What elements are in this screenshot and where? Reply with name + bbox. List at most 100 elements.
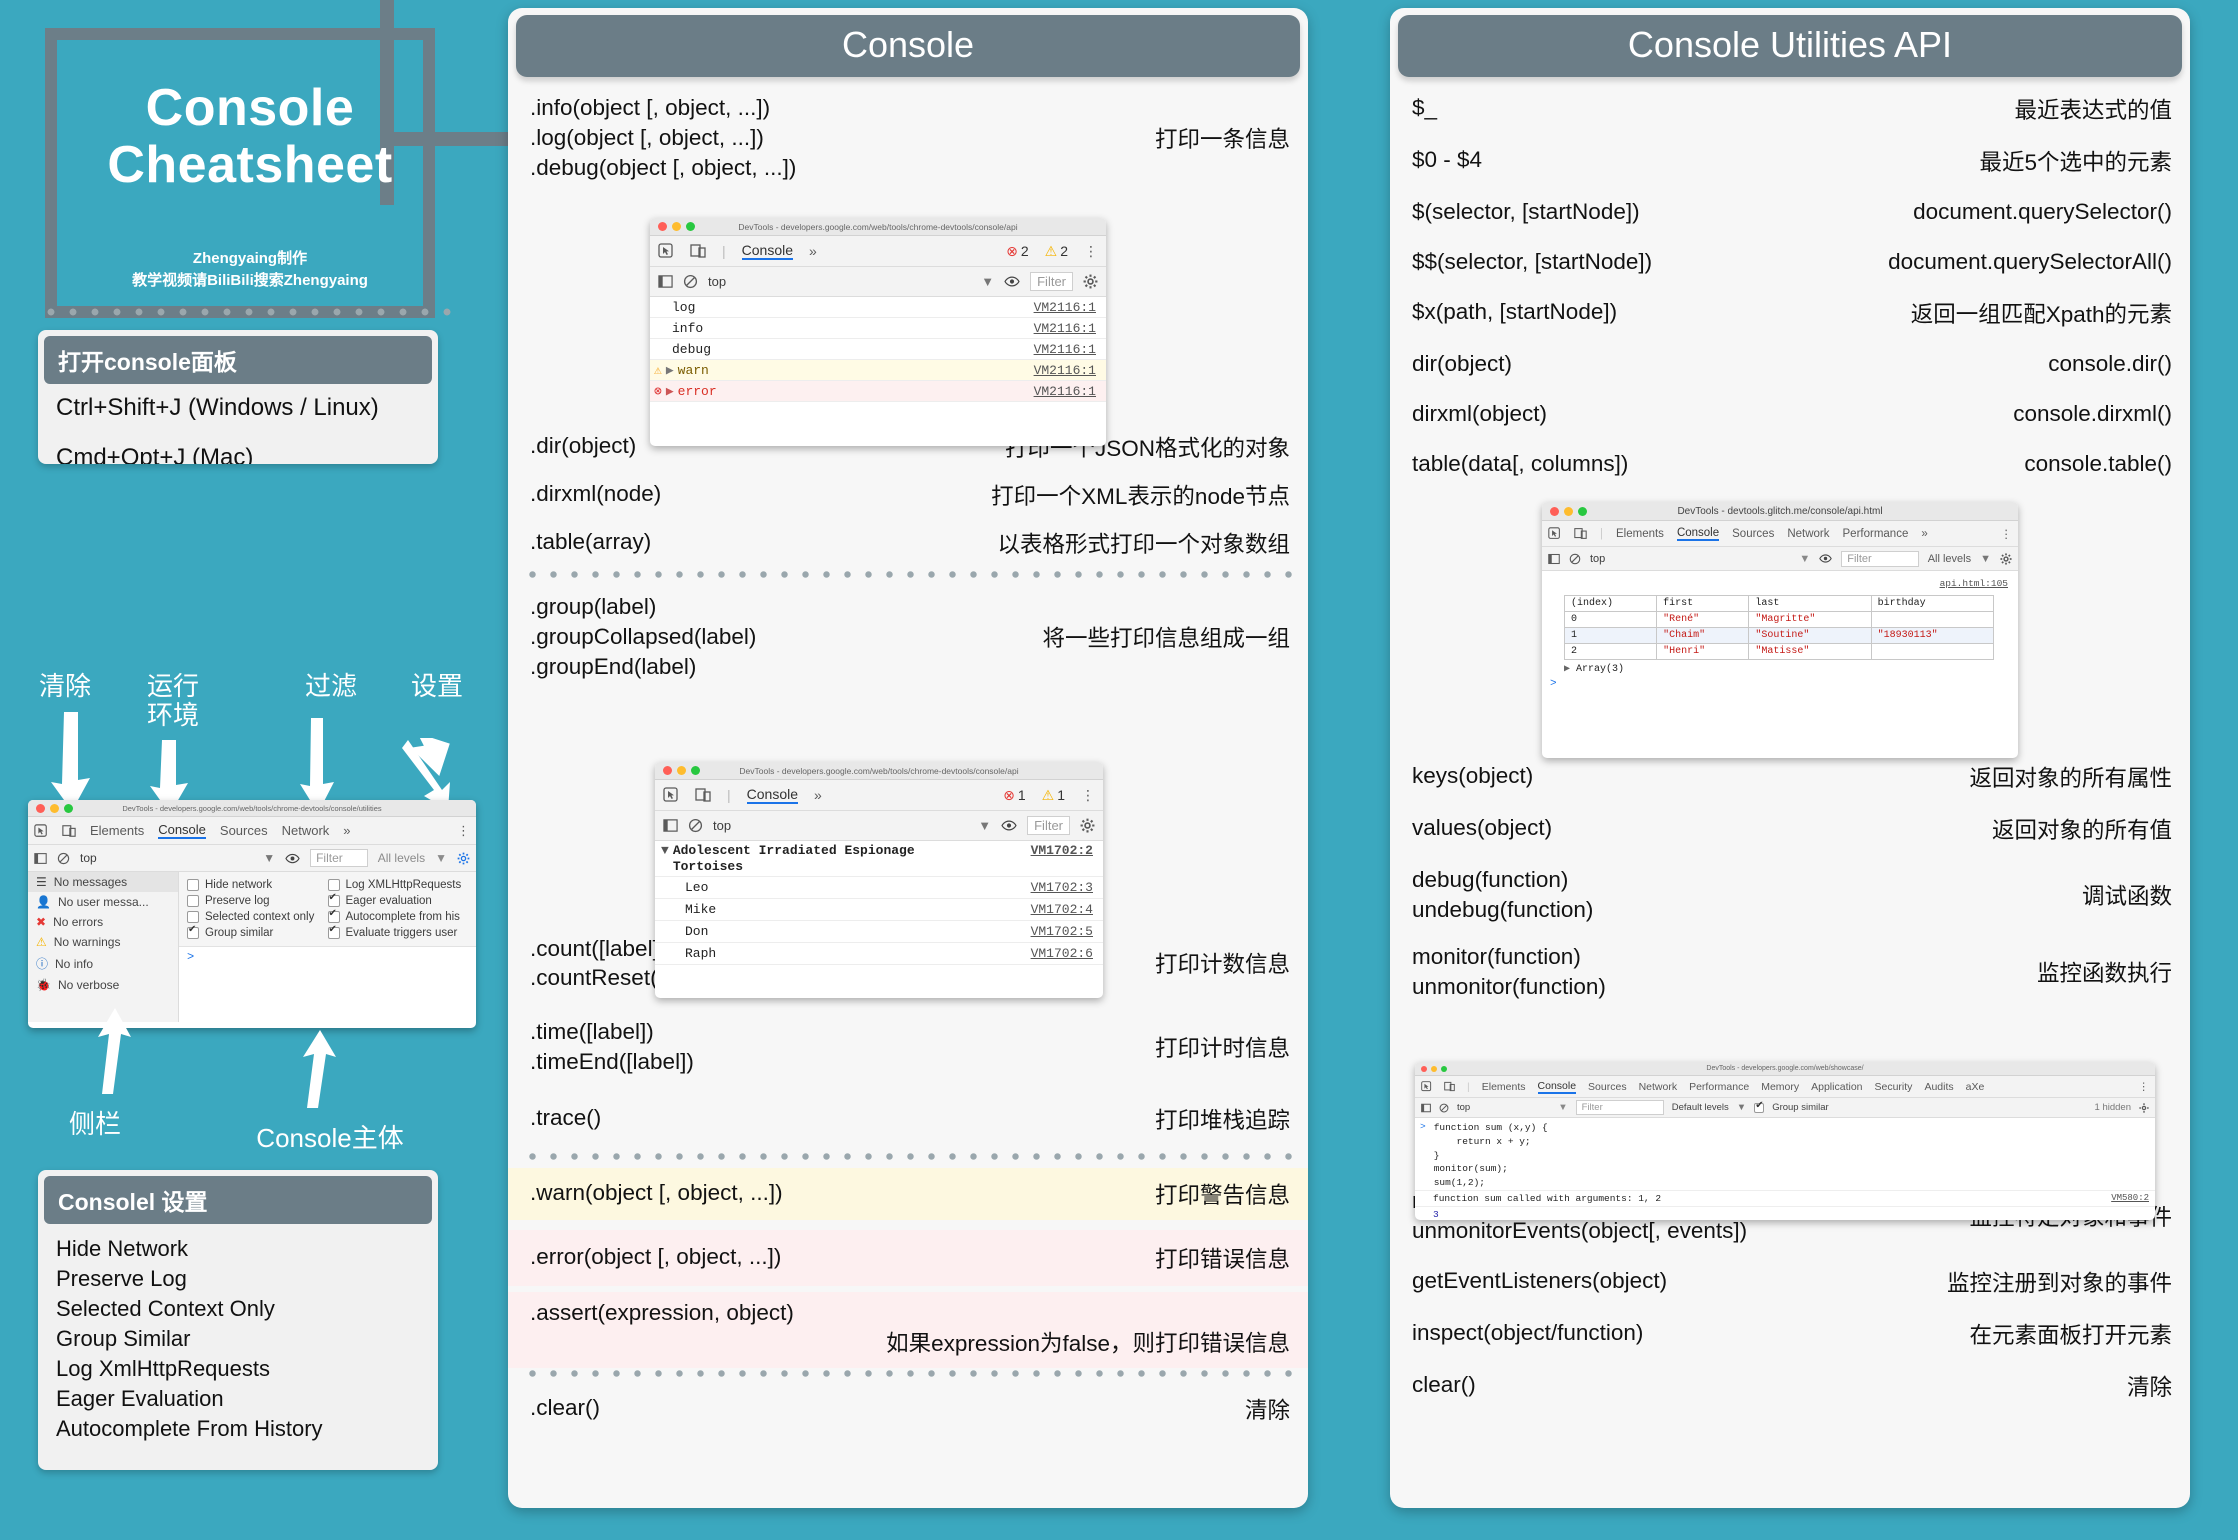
tab-console[interactable]: Console: [742, 242, 793, 260]
context-dropdown-chevron-icon[interactable]: ▼: [978, 818, 991, 833]
eye-icon[interactable]: [1004, 276, 1020, 287]
device-toolbar-icon[interactable]: [62, 824, 76, 838]
execution-context-value[interactable]: top: [1590, 553, 1605, 565]
minimize-icon[interactable]: [677, 766, 686, 775]
tab-elements[interactable]: Elements: [90, 823, 144, 838]
context-dropdown-chevron-icon[interactable]: ▼: [1558, 1102, 1567, 1113]
console-row-source-link[interactable]: VM2116:1: [1034, 342, 1096, 357]
console-row-source-link[interactable]: VM1702:6: [1031, 946, 1093, 961]
console-group-header[interactable]: ▼ Adolescent Irradiated Espionage Tortoi…: [655, 841, 1103, 877]
close-icon[interactable]: [1550, 507, 1559, 516]
checkbox-icon[interactable]: [328, 911, 340, 923]
setting-preserve-log[interactable]: Preserve log: [187, 895, 328, 907]
tab-more-icon[interactable]: »: [814, 787, 822, 803]
tab-more-icon[interactable]: »: [809, 243, 817, 259]
tab-network[interactable]: Network: [1787, 528, 1829, 540]
levels-dropdown[interactable]: All levels: [378, 851, 425, 865]
console-row-source-link[interactable]: VM1702:2: [1031, 843, 1093, 858]
tab-network[interactable]: Network: [1639, 1081, 1678, 1093]
tab-sources[interactable]: Sources: [220, 823, 268, 838]
minimize-icon[interactable]: [50, 804, 59, 813]
levels-dropdown[interactable]: All levels: [1928, 553, 1971, 565]
setting-selected-context-only[interactable]: Selected context only: [187, 911, 328, 923]
gear-icon[interactable]: [1083, 274, 1098, 289]
eye-icon[interactable]: [285, 853, 300, 864]
table-array-footer[interactable]: ▶ Array(3): [1542, 660, 2018, 675]
sidebar-item-errors[interactable]: ✖ No errors: [28, 912, 178, 932]
clear-console-icon[interactable]: [688, 818, 703, 833]
tab-audits[interactable]: Audits: [1924, 1081, 1953, 1093]
maximize-icon[interactable]: [1578, 507, 1587, 516]
filter-input[interactable]: Filter: [1576, 1100, 1664, 1115]
inspect-element-icon[interactable]: [34, 824, 48, 838]
setting-eager-evaluation[interactable]: Eager evaluation: [328, 895, 469, 907]
inspect-element-icon[interactable]: [1421, 1081, 1432, 1092]
console-row-source-link[interactable]: VM2116:1: [1034, 300, 1096, 315]
filter-input[interactable]: Filter: [1030, 272, 1073, 291]
console-row-source-link[interactable]: VM2116:1: [1034, 384, 1096, 399]
collapse-triangle-icon[interactable]: ▼: [661, 843, 669, 858]
execution-context-value[interactable]: top: [80, 851, 97, 865]
table-source-link[interactable]: api.html:105: [1940, 578, 2008, 589]
inspect-element-icon[interactable]: [663, 787, 679, 803]
execution-context-value[interactable]: top: [708, 274, 726, 289]
checkbox-icon[interactable]: [187, 879, 199, 891]
toggle-sidebar-icon[interactable]: [1548, 553, 1560, 565]
maximize-icon[interactable]: [691, 766, 700, 775]
context-dropdown-chevron-icon[interactable]: ▼: [263, 851, 275, 865]
more-options-icon[interactable]: ⋮: [2001, 527, 2013, 541]
tab-sources[interactable]: Sources: [1732, 528, 1774, 540]
sidebar-item-info[interactable]: ⓘ No info: [28, 952, 178, 975]
tab-performance[interactable]: Performance: [1843, 528, 1909, 540]
device-toolbar-icon[interactable]: [690, 243, 706, 259]
tab-elements[interactable]: Elements: [1482, 1081, 1526, 1093]
more-options-icon[interactable]: ⋮: [1081, 787, 1095, 804]
tab-more-icon[interactable]: »: [1921, 528, 1927, 540]
checkbox-icon[interactable]: [187, 895, 199, 907]
console-row-source-link[interactable]: VM1702:5: [1031, 924, 1093, 939]
clear-console-icon[interactable]: [1439, 1103, 1449, 1113]
warning-badge[interactable]: ⚠ 1: [1042, 787, 1065, 804]
inspect-element-icon[interactable]: [1548, 527, 1561, 540]
minimize-icon[interactable]: [672, 222, 681, 231]
maximize-icon[interactable]: [1441, 1066, 1447, 1072]
tab-performance[interactable]: Performance: [1689, 1081, 1749, 1093]
close-icon[interactable]: [663, 766, 672, 775]
console-prompt[interactable]: >: [1542, 675, 2018, 690]
tab-application[interactable]: Application: [1811, 1081, 1862, 1093]
tab-security[interactable]: Security: [1875, 1081, 1913, 1093]
gear-icon[interactable]: [2139, 1103, 2149, 1113]
warning-badge[interactable]: ⚠ 2: [1045, 243, 1068, 260]
filter-input[interactable]: Filter: [310, 849, 368, 867]
console-row-source-link[interactable]: VM1702:4: [1031, 902, 1093, 917]
device-toolbar-icon[interactable]: [1574, 527, 1587, 540]
tab-memory[interactable]: Memory: [1761, 1081, 1799, 1093]
tab-axe[interactable]: aXe: [1966, 1081, 1985, 1093]
toggle-sidebar-icon[interactable]: [1421, 1103, 1431, 1113]
tab-console[interactable]: Console: [1538, 1080, 1577, 1094]
close-icon[interactable]: [1421, 1066, 1427, 1072]
gear-icon[interactable]: [457, 852, 470, 865]
sidebar-item-user-messages[interactable]: 👤 No user messa...: [28, 892, 178, 912]
filter-input[interactable]: Filter: [1027, 816, 1070, 835]
close-icon[interactable]: [36, 804, 45, 813]
tab-elements[interactable]: Elements: [1616, 528, 1664, 540]
gear-icon[interactable]: [2000, 553, 2012, 565]
clear-console-icon[interactable]: [57, 852, 70, 865]
context-dropdown-chevron-icon[interactable]: ▼: [981, 274, 994, 289]
tab-network[interactable]: Network: [282, 823, 330, 838]
levels-chevron-icon[interactable]: ▼: [1980, 553, 1991, 565]
close-icon[interactable]: [658, 222, 667, 231]
error-badge[interactable]: ⊗ 2: [1006, 243, 1029, 260]
more-options-icon[interactable]: ⋮: [457, 823, 470, 839]
inspect-element-icon[interactable]: [658, 243, 674, 259]
setting-group-similar[interactable]: Group similar: [187, 927, 328, 939]
setting-hide-network[interactable]: Hide network: [187, 879, 328, 891]
checkbox-icon[interactable]: [328, 895, 340, 907]
levels-dropdown[interactable]: Default levels: [1672, 1102, 1729, 1113]
toggle-sidebar-icon[interactable]: [34, 852, 47, 865]
monitor-output-source-link[interactable]: VM580:2: [2111, 1193, 2149, 1204]
toggle-sidebar-icon[interactable]: [663, 818, 678, 833]
console-prompt[interactable]: >: [179, 947, 476, 967]
console-row-source-link[interactable]: VM1702:3: [1031, 880, 1093, 895]
